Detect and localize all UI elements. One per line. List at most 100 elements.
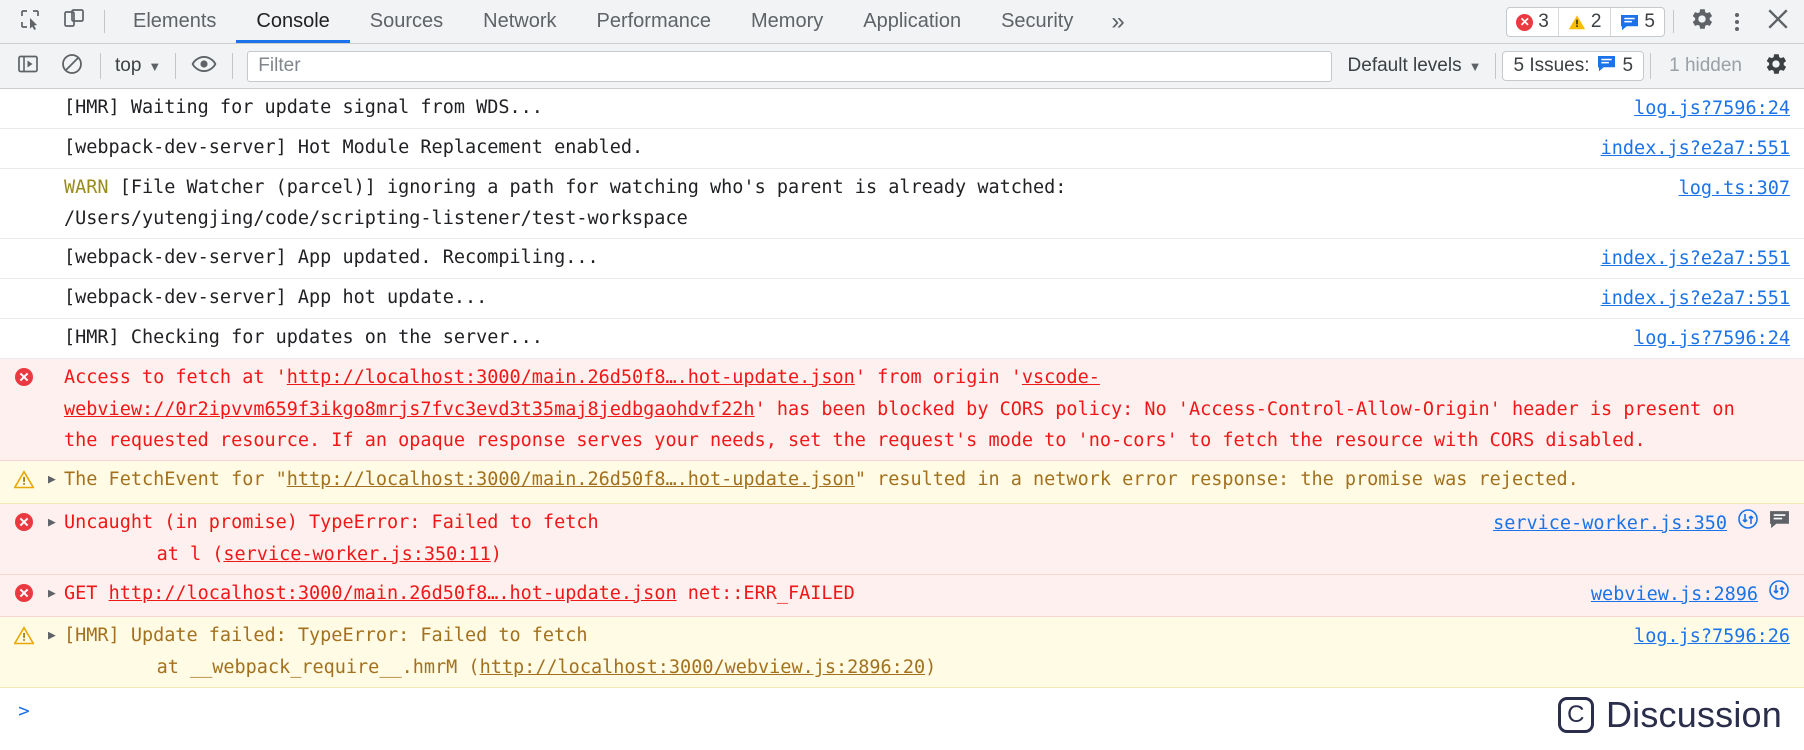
stack-frame-line: at __webpack_require__.hmrM (http://loca… xyxy=(64,652,1622,684)
tab-application[interactable]: Application xyxy=(843,0,981,43)
source-location-link[interactable]: log.js?7596:26 xyxy=(1634,621,1790,653)
message-text-segment: The FetchEvent for " xyxy=(64,469,287,491)
console-sidebar-toggle[interactable] xyxy=(6,44,50,88)
stack-frame-prefix: at l ( xyxy=(112,543,224,565)
message-level-gutter xyxy=(0,507,48,543)
prompt-caret-icon: > xyxy=(18,700,30,722)
warning-counter[interactable]: 2 xyxy=(1557,8,1611,36)
console-message-row[interactable]: ▶Access to fetch at 'http://localhost:30… xyxy=(0,358,1804,462)
open-issue-icon[interactable] xyxy=(1769,508,1790,540)
message-level-gutter xyxy=(0,322,48,326)
tab-sources[interactable]: Sources xyxy=(350,0,463,43)
console-message-row[interactable]: ▶ Uncaught (in promise) TypeError: Failed… xyxy=(0,503,1804,575)
live-expression-button[interactable] xyxy=(182,44,226,88)
tab-memory[interactable]: Memory xyxy=(731,0,843,43)
execution-context-selector[interactable]: top ▼ xyxy=(107,55,169,77)
log-levels-selector[interactable]: Default levels ▼ xyxy=(1340,55,1490,77)
tab-elements[interactable]: Elements xyxy=(113,0,236,43)
console-message-row[interactable]: ▶[HMR] Waiting for update signal from WD… xyxy=(0,89,1804,129)
console-message-text: [HMR] Checking for updates on the server… xyxy=(64,322,1634,354)
message-source-area: log.js?7596:24 xyxy=(1634,322,1804,355)
tab-network[interactable]: Network xyxy=(463,0,576,43)
warn-tag-label: WARN xyxy=(64,176,109,198)
tab-performance[interactable]: Performance xyxy=(577,0,732,43)
message-level-gutter xyxy=(0,172,48,176)
source-location-link[interactable]: index.js?e2a7:551 xyxy=(1601,133,1790,165)
console-message-text: [webpack-dev-server] App hot update... xyxy=(64,282,1601,314)
device-toolbar-button[interactable] xyxy=(52,0,96,43)
row-arrow-spacer: ▶ xyxy=(48,282,64,309)
message-source-area: log.js?7596:26 xyxy=(1634,620,1804,653)
console-message-text: [webpack-dev-server] App updated. Recomp… xyxy=(64,242,1601,274)
console-message-text: Uncaught (in promise) TypeError: Failed … xyxy=(64,507,1493,571)
message-level-gutter xyxy=(0,464,48,500)
chevron-down-icon: ▼ xyxy=(148,58,162,74)
console-message-row[interactable]: ▶[webpack-dev-server] App hot update... i… xyxy=(0,279,1804,319)
clear-console-button[interactable] xyxy=(50,44,94,88)
stack-frame-prefix: at __webpack_require__.hmrM ( xyxy=(112,657,480,679)
source-location-link[interactable]: log.ts:307 xyxy=(1679,173,1790,205)
source-location-link[interactable]: index.js?e2a7:551 xyxy=(1601,243,1790,275)
devtools-settings-button[interactable] xyxy=(1682,0,1722,43)
expand-arrow-icon[interactable]: ▶ xyxy=(48,464,64,491)
source-location-link[interactable]: log.js?7596:24 xyxy=(1634,323,1790,355)
warning-triangle-icon xyxy=(13,468,35,500)
warning-triangle-icon xyxy=(13,624,35,656)
expand-arrow-icon[interactable]: ▶ xyxy=(48,620,64,647)
console-filter-bar: top ▼ Default levels ▼ 5 Issues: 5 xyxy=(0,44,1804,89)
source-location-link[interactable]: log.js?7596:24 xyxy=(1634,93,1790,125)
console-settings-button[interactable] xyxy=(1754,44,1798,88)
expand-arrow-icon[interactable]: ▶ xyxy=(48,578,64,605)
message-url-link[interactable]: http://localhost:3000/main.26d50f8….hot-… xyxy=(287,469,855,490)
gear-icon xyxy=(1689,6,1715,37)
console-message-row[interactable]: ▶[webpack-dev-server] Hot Module Replace… xyxy=(0,128,1804,169)
console-message-row[interactable]: ▶WARN [File Watcher (parcel)] ignoring a… xyxy=(0,168,1804,240)
row-arrow-spacer: ▶ xyxy=(48,362,64,389)
console-message-row[interactable]: ▶[HMR] Checking for updates on the serve… xyxy=(0,318,1804,359)
source-location-link[interactable]: webview.js:2896 xyxy=(1591,579,1758,611)
console-message-row[interactable]: ▶[webpack-dev-server] App updated. Recom… xyxy=(0,239,1804,280)
message-level-gutter xyxy=(0,578,48,614)
console-message-text: [HMR] Update failed: TypeError: Failed t… xyxy=(64,620,1634,684)
open-in-network-panel-icon[interactable] xyxy=(1768,579,1790,612)
warning-triangle-icon xyxy=(1568,13,1586,31)
console-message-text: GET http://localhost:3000/main.26d50f8….… xyxy=(64,578,1591,610)
message-source-area xyxy=(1790,464,1804,465)
message-text-segment: [HMR] Checking for updates on the server… xyxy=(64,326,543,348)
stack-frame-link[interactable]: http://localhost:3000/webview.js:2896:20 xyxy=(480,657,926,678)
stack-frame-line: at l (service-worker.js:350:11) xyxy=(64,539,1481,571)
issues-message-icon xyxy=(1620,14,1639,31)
message-source-area: index.js?e2a7:551 xyxy=(1601,282,1804,315)
error-counter[interactable]: ✕ 3 xyxy=(1507,8,1558,36)
message-url-link[interactable]: http://localhost:3000/main.26d50f8….hot-… xyxy=(287,367,855,388)
tab-security[interactable]: Security xyxy=(981,0,1093,43)
message-url-link[interactable]: http://localhost:3000/main.26d50f8….hot-… xyxy=(109,583,677,604)
console-message-row[interactable]: ▶ The FetchEvent for "http://localhost:30… xyxy=(0,461,1804,504)
console-message-text: The FetchEvent for "http://localhost:300… xyxy=(64,464,1790,496)
source-location-link[interactable]: service-worker.js:350 xyxy=(1493,508,1727,540)
message-level-gutter xyxy=(0,132,48,136)
expand-arrow-icon[interactable]: ▶ xyxy=(48,507,64,534)
issues-button[interactable]: 5 Issues: 5 xyxy=(1502,51,1645,81)
source-location-link[interactable]: index.js?e2a7:551 xyxy=(1601,283,1790,315)
console-message-list[interactable]: ▶[HMR] Waiting for update signal from WD… xyxy=(0,89,1804,750)
filter-input[interactable] xyxy=(247,50,1332,82)
error-circle-icon: ✕ xyxy=(1516,13,1534,31)
inspect-element-button[interactable] xyxy=(8,0,52,43)
stack-frame-link[interactable]: service-worker.js:350:11 xyxy=(223,544,490,565)
message-level-gutter xyxy=(0,620,48,656)
more-tabs-button[interactable]: » xyxy=(1093,0,1142,43)
console-message-row[interactable]: ▶ [HMR] Update failed: TypeError: Failed … xyxy=(0,617,1804,688)
open-in-network-panel-icon[interactable] xyxy=(1737,508,1759,541)
close-devtools-button[interactable] xyxy=(1752,0,1804,43)
tab-label: Elements xyxy=(133,10,217,32)
message-counter[interactable]: 5 xyxy=(1610,8,1664,36)
tab-console[interactable]: Console xyxy=(236,0,351,43)
console-message-text: WARN [File Watcher (parcel)] ignoring a … xyxy=(64,172,1679,236)
more-options-button[interactable] xyxy=(1722,0,1752,43)
message-text-segment: " resulted in a network error response: … xyxy=(854,469,1579,491)
tab-label: Sources xyxy=(369,10,444,32)
chevron-down-icon: ▼ xyxy=(1468,58,1482,74)
console-message-row[interactable]: ▶ GET http://localhost:3000/main.26d50f8…… xyxy=(0,574,1804,618)
console-prompt-row[interactable]: > xyxy=(0,688,1804,733)
